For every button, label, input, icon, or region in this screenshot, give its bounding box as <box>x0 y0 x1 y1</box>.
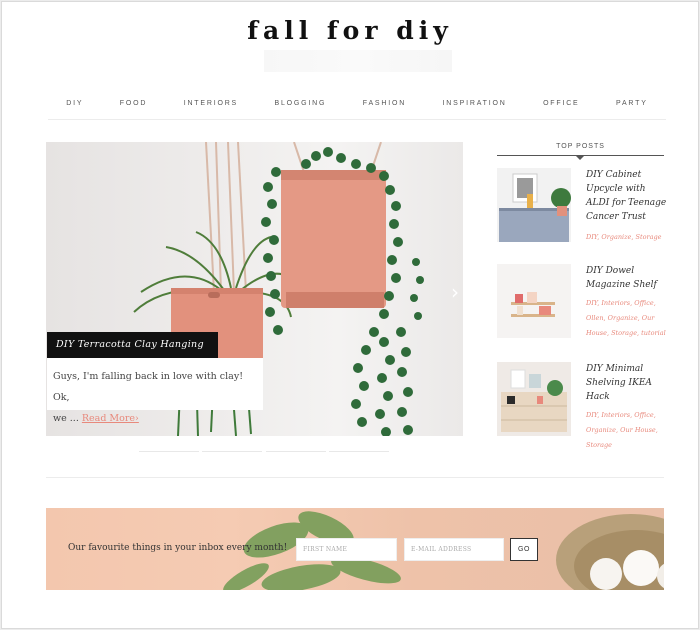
slider-dot[interactable] <box>202 451 263 452</box>
read-more-link[interactable]: Read More› <box>82 413 139 424</box>
slide-excerpt-line-2: we ... Read More› <box>53 408 257 429</box>
post-tags[interactable]: DIY, Organize, Storage <box>586 230 668 245</box>
slider-dot[interactable] <box>139 451 199 452</box>
post-thumbnail[interactable] <box>497 362 571 436</box>
nav-item-inspiration[interactable]: INSPIRATION <box>443 98 507 110</box>
post-tags[interactable]: DIY, Interiors, Office, Organize, Our Ho… <box>586 408 668 453</box>
read-more-label: Read More <box>81 413 136 424</box>
nav-item-interiors[interactable]: INTERIORS <box>184 98 238 110</box>
caret-down-icon <box>575 155 585 160</box>
slide-title[interactable]: DIY Terracotta Clay Hanging Planters <box>47 332 218 376</box>
first-name-input[interactable]: FIRST NAME <box>296 538 397 561</box>
post-thumbnail[interactable] <box>497 168 571 242</box>
nav-item-blogging[interactable]: BLOGGING <box>275 98 327 110</box>
main-nav: DIY FOOD INTERIORS BLOGGING FASHION INSP… <box>48 98 666 120</box>
email-input[interactable]: E-MAIL ADDRESS <box>404 538 504 561</box>
slide-excerpt-line-1: Guys, I'm falling back in love with clay… <box>53 371 244 403</box>
top-posts-heading: TOP POSTS <box>556 143 605 150</box>
post-thumbnail[interactable] <box>497 264 571 338</box>
chevron-right-icon[interactable]: › <box>448 281 462 303</box>
nav-item-fashion[interactable]: FASHION <box>363 98 406 110</box>
nav-item-party[interactable]: PARTY <box>616 98 648 110</box>
nav-item-office[interactable]: OFFICE <box>543 98 579 110</box>
nav-item-diy[interactable]: DIY <box>66 98 83 110</box>
logo-tagline-placeholder <box>264 50 452 72</box>
slider-dot[interactable] <box>265 451 326 452</box>
post-title[interactable]: DIY Dowel Magazine Shelf <box>586 264 668 292</box>
post-title[interactable]: DIY Minimal Shelving IKEA Hack <box>586 362 668 404</box>
slide-excerpt-card: Guys, I'm falling back in love with clay… <box>47 358 263 424</box>
slider-pagination <box>139 451 389 453</box>
newsletter-submit-button[interactable]: GO <box>510 538 538 561</box>
section-divider <box>46 477 664 478</box>
slide-excerpt-text: we ... <box>53 413 79 424</box>
newsletter-text: Our favourite things in your inbox every… <box>68 543 288 553</box>
site-logo[interactable]: fall for diy <box>2 16 698 45</box>
post-title[interactable]: DIY Cabinet Upcycle with ALDI for Teenag… <box>586 168 668 224</box>
slider-dot[interactable] <box>328 451 389 452</box>
nav-item-food[interactable]: FOOD <box>120 98 147 110</box>
post-tags[interactable]: DIY, Interiors, Office, Ollen, Organize,… <box>586 296 668 341</box>
